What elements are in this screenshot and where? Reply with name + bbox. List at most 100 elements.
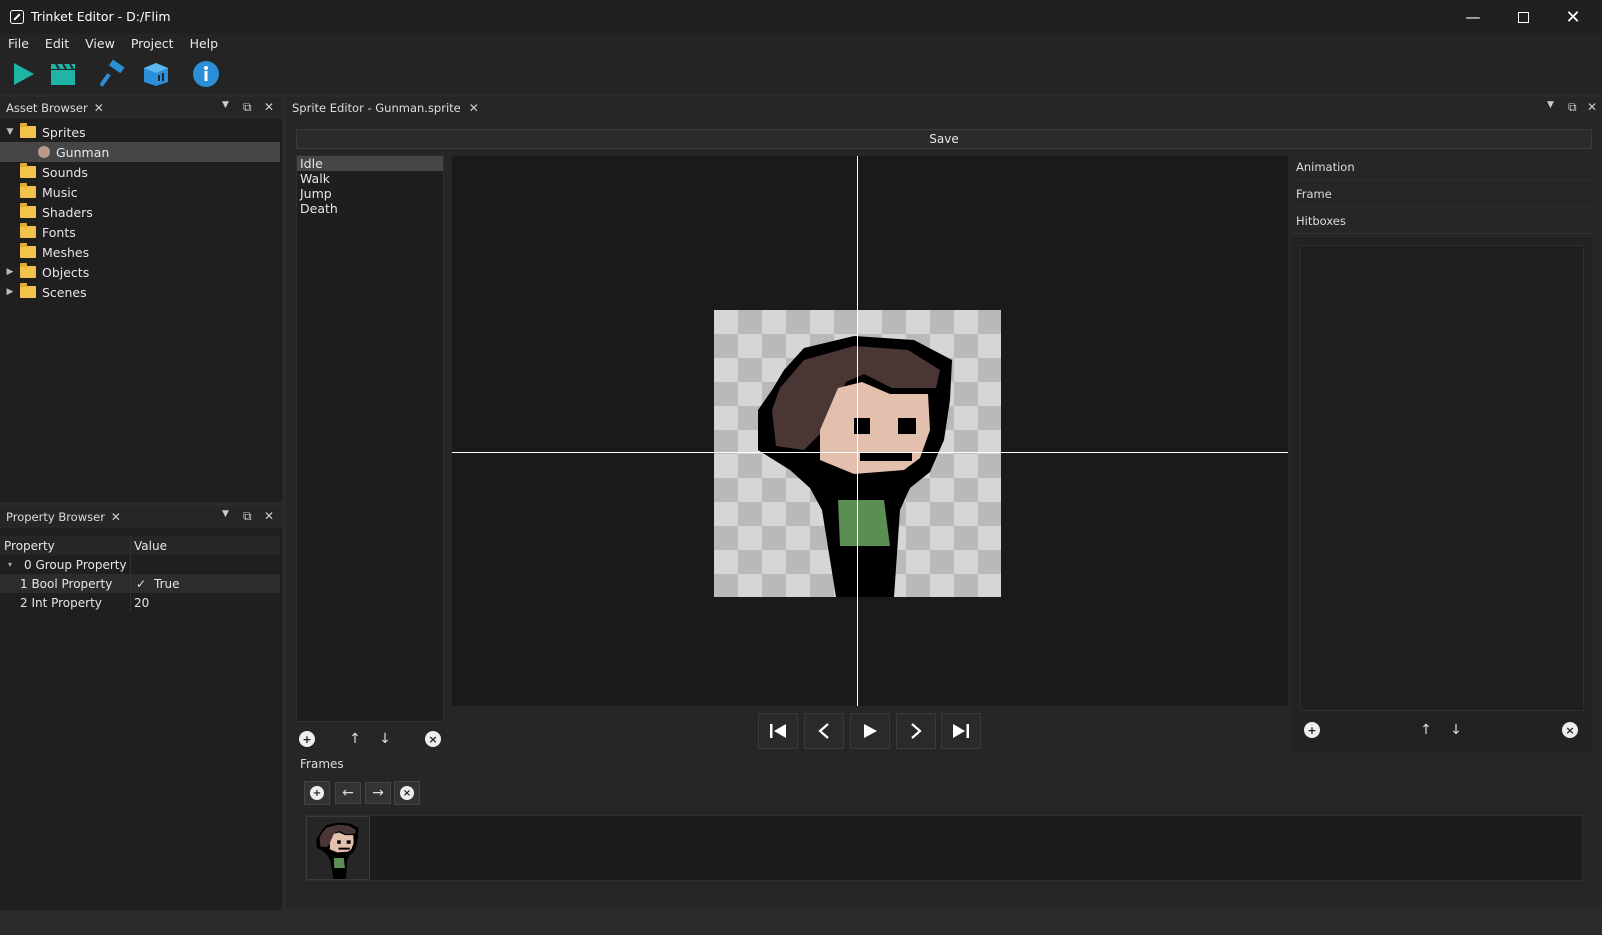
property-name: 2 Int Property: [20, 595, 102, 610]
tree-item-sprites[interactable]: ▼ Sprites: [0, 122, 280, 142]
animation-item-idle[interactable]: Idle: [297, 156, 443, 171]
add-animation-icon[interactable]: +: [299, 731, 315, 747]
close-tab-icon[interactable]: ✕: [111, 510, 121, 524]
folder-icon: [20, 163, 36, 178]
expand-icon[interactable]: ▾: [8, 560, 12, 569]
close-tab-icon[interactable]: ✕: [469, 101, 479, 115]
float-icon[interactable]: ⧉: [1568, 100, 1577, 115]
tree-item-label: Scenes: [42, 284, 87, 300]
play-icon[interactable]: [9, 60, 37, 88]
add-icon: +: [310, 786, 324, 800]
next-frame-button[interactable]: [896, 713, 936, 749]
folder-icon: [20, 183, 36, 198]
tree-item-label: Shaders: [42, 204, 93, 220]
frame-thumbnail[interactable]: [306, 816, 370, 880]
sprite-icon: [38, 146, 50, 158]
folder-icon: [20, 123, 36, 138]
package-icon[interactable]: [142, 60, 170, 88]
last-frame-button[interactable]: [941, 713, 981, 749]
tree-item-objects[interactable]: ▶ Objects: [0, 262, 280, 282]
hammer-icon[interactable]: [100, 60, 128, 88]
float-icon[interactable]: ⧉: [243, 100, 252, 115]
first-frame-button[interactable]: [758, 713, 798, 749]
section-frame[interactable]: Frame: [1292, 181, 1592, 207]
animation-item-jump[interactable]: Jump: [297, 186, 443, 201]
close-panel-icon[interactable]: ✕: [1587, 100, 1597, 114]
section-hitboxes[interactable]: Hitboxes: [1292, 208, 1592, 234]
info-icon[interactable]: [192, 60, 220, 88]
menu-bar: File Edit View Project Help: [0, 34, 1602, 54]
tree-item-meshes[interactable]: Meshes: [0, 242, 280, 262]
checkbox[interactable]: ✓: [136, 577, 146, 591]
menu-help[interactable]: Help: [182, 34, 227, 54]
folder-icon: [20, 283, 36, 298]
add-frame-button[interactable]: +: [304, 781, 330, 805]
tree-item-music[interactable]: Music: [0, 182, 280, 202]
maximize-button[interactable]: [1498, 0, 1548, 34]
menu-file[interactable]: File: [0, 34, 37, 54]
animation-item-walk[interactable]: Walk: [297, 171, 443, 186]
property-row[interactable]: ▾ 0 Group Property: [0, 555, 280, 574]
menu-view[interactable]: View: [77, 34, 123, 54]
frame-sprite-preview: [316, 822, 359, 879]
column-header-value[interactable]: Value: [134, 539, 167, 553]
crosshair-horizontal: [452, 452, 1288, 453]
move-up-icon[interactable]: ↑: [1414, 719, 1438, 741]
tree-item-fonts[interactable]: Fonts: [0, 222, 280, 242]
folder-icon: [20, 203, 36, 218]
collapse-icon[interactable]: ▶: [4, 267, 16, 277]
move-down-icon[interactable]: ↓: [1444, 719, 1468, 741]
tree-item-shaders[interactable]: Shaders: [0, 202, 280, 222]
property-value[interactable]: 20: [134, 596, 149, 610]
app-icon: [10, 10, 24, 24]
asset-browser-panel: Asset Browser ✕ ▼ ⧉ ✕ ▼ Sprites Gunman S…: [0, 97, 282, 502]
close-panel-icon[interactable]: ✕: [264, 100, 274, 114]
expand-icon[interactable]: ▼: [4, 127, 16, 137]
sprite-editor-title: Sprite Editor - Gunman.sprite: [292, 101, 461, 115]
animation-item-death[interactable]: Death: [297, 201, 443, 216]
previous-frame-button[interactable]: [804, 713, 844, 749]
remove-animation-icon[interactable]: ×: [425, 731, 441, 747]
float-icon[interactable]: ⧉: [243, 509, 252, 524]
animation-list: Idle Walk Jump Death: [296, 155, 444, 722]
tree-item-label: Music: [42, 184, 78, 200]
property-row[interactable]: 2 Int Property 20: [0, 593, 280, 612]
property-browser-title: Property Browser: [6, 510, 105, 524]
tree-item-scenes[interactable]: ▶ Scenes: [0, 282, 280, 302]
dock-menu-icon[interactable]: ▼: [222, 100, 229, 110]
title-bar: Trinket Editor - D:/Flim — ✕: [0, 0, 1602, 34]
remove-hitbox-icon[interactable]: ×: [1562, 722, 1578, 738]
dock-menu-icon[interactable]: ▼: [222, 509, 229, 519]
status-bar: [0, 912, 1602, 935]
clapperboard-icon[interactable]: [49, 60, 77, 88]
crosshair-vertical: [857, 156, 858, 706]
toolbar: [0, 54, 1602, 94]
move-up-icon[interactable]: ↑: [343, 728, 367, 750]
save-button[interactable]: Save: [296, 129, 1592, 149]
menu-project[interactable]: Project: [123, 34, 182, 54]
play-button[interactable]: [850, 713, 890, 749]
frames-strip: [305, 815, 1583, 881]
window-title: Trinket Editor - D:/Flim: [31, 9, 171, 24]
menu-edit[interactable]: Edit: [37, 34, 77, 54]
close-button[interactable]: ✕: [1548, 0, 1598, 34]
column-header-property[interactable]: Property: [4, 539, 55, 553]
close-tab-icon[interactable]: ✕: [94, 101, 104, 115]
close-panel-icon[interactable]: ✕: [264, 509, 274, 523]
hitbox-list: [1300, 245, 1584, 711]
folder-icon: [20, 223, 36, 238]
move-frame-left-button[interactable]: ←: [335, 782, 361, 804]
add-hitbox-icon[interactable]: +: [1304, 722, 1320, 738]
folder-icon: [20, 263, 36, 278]
tree-item-sounds[interactable]: Sounds: [0, 162, 280, 182]
section-animation[interactable]: Animation: [1292, 154, 1592, 180]
tree-item-gunman[interactable]: Gunman: [0, 142, 280, 162]
dock-menu-icon[interactable]: ▼: [1547, 100, 1554, 110]
remove-frame-button[interactable]: ×: [394, 781, 420, 805]
minimize-button[interactable]: —: [1448, 0, 1498, 34]
move-down-icon[interactable]: ↓: [373, 728, 397, 750]
tree-item-label: Sounds: [42, 164, 88, 180]
property-row[interactable]: 1 Bool Property ✓ True: [0, 574, 280, 593]
move-frame-right-button[interactable]: →: [365, 782, 391, 804]
collapse-icon[interactable]: ▶: [4, 287, 16, 297]
